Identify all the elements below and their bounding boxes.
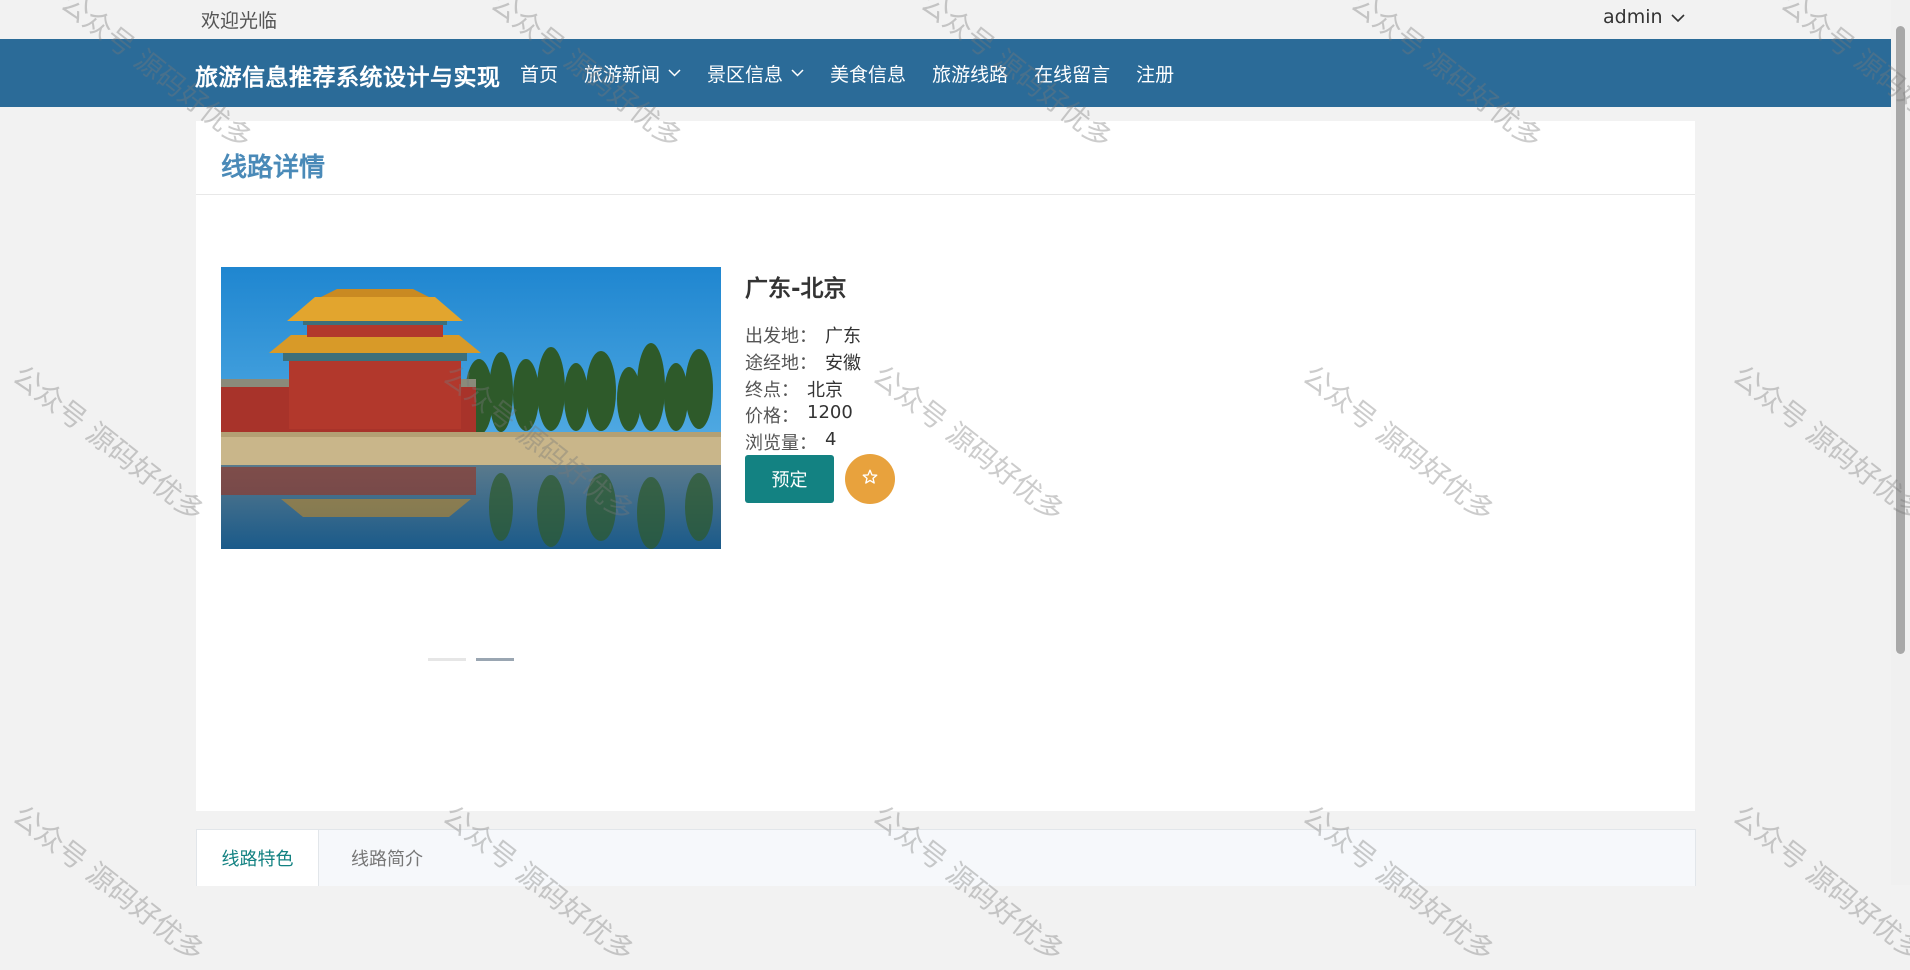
field-label: 浏览量： — [745, 433, 817, 454]
nav-item-home[interactable]: 首页 — [520, 60, 558, 87]
watermark-text: 公众号 源码好优多 — [1726, 798, 1910, 969]
field-label: 途经地： — [745, 353, 817, 374]
user-menu[interactable]: admin — [1603, 6, 1685, 28]
nav-item-label: 美食信息 — [830, 63, 907, 86]
page-scrollbar[interactable] — [1891, 0, 1910, 885]
nav-item-messages[interactable]: 在线留言 — [1034, 60, 1110, 87]
tab-route-features[interactable]: 线路特色 — [197, 830, 319, 886]
site-brand[interactable]: 旅游信息推荐系统设计与实现 — [195, 58, 501, 92]
nav-item-travel-routes[interactable]: 旅游线路 — [932, 60, 1008, 87]
tab-route-intro[interactable]: 线路简介 — [319, 830, 455, 886]
carousel-dot[interactable] — [428, 658, 466, 661]
nav-menu: 首页 旅游新闻 景区信息 美食信息 旅游线路 在线留言 注册 — [520, 39, 1200, 107]
chevron-down-icon — [668, 69, 681, 77]
field-value: 1200 — [807, 402, 853, 423]
info-row-via: 途经地： 安徽 — [745, 349, 861, 375]
field-value: 北京 — [807, 380, 843, 401]
scrollbar-thumb[interactable] — [1896, 26, 1905, 654]
detail-tabs: 线路特色 线路简介 — [196, 829, 1696, 886]
nav-item-label: 注册 — [1136, 63, 1175, 86]
star-icon — [861, 468, 879, 490]
carousel-indicators — [428, 658, 514, 661]
info-row-views: 浏览量： 4 — [745, 429, 836, 455]
field-value: 安徽 — [825, 353, 861, 374]
route-name: 广东-北京 — [745, 276, 847, 302]
route-detail-card: 线路详情 广东-北京 出发地： 广东 途经地： 安徽 终点： 北京 价格： 12… — [196, 121, 1695, 811]
nav-item-label: 旅游新闻 — [584, 63, 661, 86]
info-row-destination: 终点： 北京 — [745, 376, 843, 402]
info-row-departure: 出发地： 广东 — [745, 322, 861, 348]
welcome-text: 欢迎光临 — [201, 10, 278, 32]
field-value: 广东 — [825, 326, 861, 347]
main-navbar: 旅游信息推荐系统设计与实现 首页 旅游新闻 景区信息 美食信息 旅游线路 在线留… — [0, 39, 1891, 107]
field-label: 价格： — [745, 406, 799, 427]
field-label: 终点： — [745, 380, 799, 401]
chevron-down-icon — [791, 69, 804, 77]
info-row-price: 价格： 1200 — [745, 402, 853, 428]
nav-item-travel-news[interactable]: 旅游新闻 — [584, 60, 681, 87]
nav-item-label: 首页 — [520, 63, 559, 86]
nav-item-label: 景区信息 — [707, 63, 784, 86]
watermark-text: 公众号 源码好优多 — [6, 798, 211, 969]
username: admin — [1603, 6, 1663, 28]
top-bar: 欢迎光临 admin — [0, 0, 1891, 39]
carousel-dot-active[interactable] — [476, 658, 514, 661]
route-photo — [221, 267, 721, 549]
nav-item-label: 在线留言 — [1034, 63, 1111, 86]
nav-item-scenic-spots[interactable]: 景区信息 — [707, 60, 804, 87]
favorite-button[interactable] — [845, 454, 895, 504]
field-value: 4 — [825, 429, 837, 450]
nav-item-label: 旅游线路 — [932, 63, 1009, 86]
divider — [196, 194, 1695, 195]
book-button[interactable]: 预定 — [745, 455, 834, 503]
chevron-down-icon — [1670, 6, 1685, 28]
watermark-text: 公众号 源码好优多 — [6, 358, 211, 529]
field-label: 出发地： — [745, 326, 817, 347]
nav-item-food[interactable]: 美食信息 — [830, 60, 906, 87]
nav-item-register[interactable]: 注册 — [1136, 60, 1174, 87]
section-title: 线路详情 — [221, 153, 326, 183]
watermark-text: 公众号 源码好优多 — [1726, 358, 1910, 529]
